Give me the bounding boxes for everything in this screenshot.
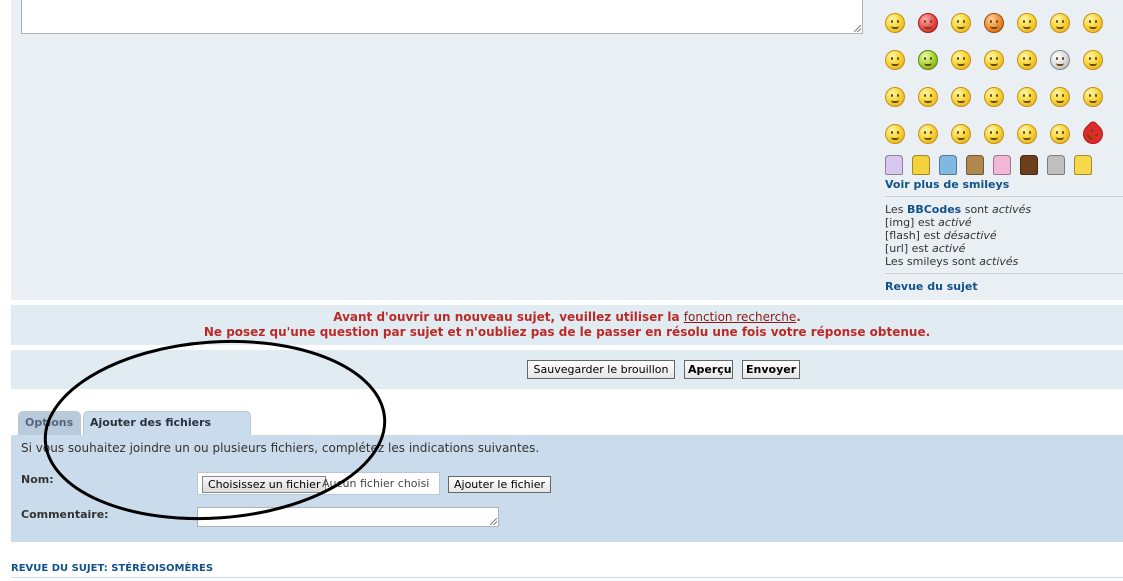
- blush-icon[interactable]: [951, 86, 971, 107]
- search-function-link[interactable]: fonction recherche: [684, 310, 796, 324]
- tab-options[interactable]: Options: [18, 411, 81, 435]
- laugh-party-icon[interactable]: [885, 12, 905, 33]
- topic-review-title: REVUE DU SUJET: STÉRÉOISOMÈRES: [11, 563, 214, 574]
- hmm-icon[interactable]: [918, 86, 938, 107]
- smiley-row: [885, 4, 1123, 41]
- heart-love-icon[interactable]: [1078, 119, 1108, 148]
- eevee-icon[interactable]: [966, 155, 984, 175]
- add-file-button[interactable]: Ajouter le fichier: [448, 476, 551, 493]
- grimace-icon[interactable]: [1017, 49, 1037, 70]
- pikachu-icon[interactable]: [912, 155, 930, 175]
- sunglasses-cool-icon[interactable]: [1083, 49, 1103, 70]
- attachments-intro: Si vous souhaitez joindre un ou plusieur…: [21, 441, 540, 455]
- smiley-row: [885, 78, 1123, 115]
- unicorn-icon[interactable]: [885, 155, 903, 175]
- bowl-icon[interactable]: [1047, 155, 1065, 175]
- mew-icon[interactable]: [993, 155, 1011, 175]
- submit-button[interactable]: Envoyer: [742, 360, 800, 379]
- preview-button[interactable]: Aperçu: [684, 360, 733, 379]
- thinking-icon[interactable]: [885, 86, 905, 107]
- forum-notice: Avant d'ouvrir un nouveau sujet, veuille…: [11, 305, 1123, 345]
- tab-attachments[interactable]: Ajouter des fichiers joints: [83, 411, 251, 451]
- smiley-row: [885, 115, 1123, 152]
- divider: [11, 577, 1123, 578]
- bbcodes-link[interactable]: BBCodes: [907, 203, 961, 216]
- skull-icon[interactable]: [1050, 49, 1070, 70]
- file-input[interactable]: Choisissez un fichier Aucun fichier choi…: [197, 472, 440, 495]
- file-status: Aucun fichier choisi: [322, 477, 430, 490]
- confused-question-icon[interactable]: [1017, 12, 1037, 33]
- sick-green-icon[interactable]: [918, 49, 938, 70]
- grin-teeth-icon[interactable]: [1050, 12, 1070, 33]
- more-smileys-link[interactable]: Voir plus de smileys: [885, 178, 1009, 191]
- smileys-box: [885, 4, 1123, 175]
- bbcode-status: Les BBCodes sont activés [img] est activ…: [885, 203, 1032, 268]
- rolling-eyes-icon[interactable]: [984, 123, 1004, 144]
- comment-label: Commentaire:: [21, 508, 109, 521]
- worried-icon[interactable]: [951, 49, 971, 70]
- meh-icon[interactable]: [951, 123, 971, 144]
- comment-textarea[interactable]: [197, 507, 499, 527]
- choose-file-button[interactable]: Choisissez un fichier: [202, 476, 327, 493]
- topic-review-link[interactable]: Revue du sujet: [885, 280, 978, 293]
- name-label: Nom:: [21, 473, 54, 486]
- divider: [885, 196, 1123, 197]
- submit-buttons-panel: Sauvegarder le brouillon Aperçu Envoyer: [11, 350, 1123, 389]
- shock-icon[interactable]: [1050, 123, 1070, 144]
- doh-icon[interactable]: [885, 123, 905, 144]
- sad-icon[interactable]: [885, 49, 905, 70]
- surprised-icon[interactable]: [984, 49, 1004, 70]
- teddy-smile-icon[interactable]: [951, 12, 971, 33]
- save-draft-button[interactable]: Sauvegarder le brouillon: [527, 360, 675, 379]
- neutral-icon[interactable]: [1050, 86, 1070, 107]
- message-textarea[interactable]: [21, 0, 863, 34]
- smiley-row: [885, 41, 1123, 78]
- angry-red-icon[interactable]: [918, 12, 938, 33]
- divider: [885, 273, 1123, 274]
- resize-grip-icon[interactable]: [854, 25, 861, 32]
- resize-grip-icon[interactable]: [490, 518, 497, 525]
- shy-icon[interactable]: [1017, 123, 1037, 144]
- big-laugh-icon[interactable]: [1083, 12, 1103, 33]
- poop-icon[interactable]: [1020, 155, 1038, 175]
- homer-icon[interactable]: [1074, 155, 1092, 175]
- squirtle-icon[interactable]: [939, 155, 957, 175]
- hand-mouth-icon[interactable]: [918, 123, 938, 144]
- sweat-icon[interactable]: [984, 86, 1004, 107]
- helmet-icon[interactable]: [1083, 86, 1103, 107]
- pumpkin-icon[interactable]: [984, 12, 1004, 33]
- wink-icon[interactable]: [1017, 86, 1037, 107]
- mascot-row: [885, 153, 1123, 175]
